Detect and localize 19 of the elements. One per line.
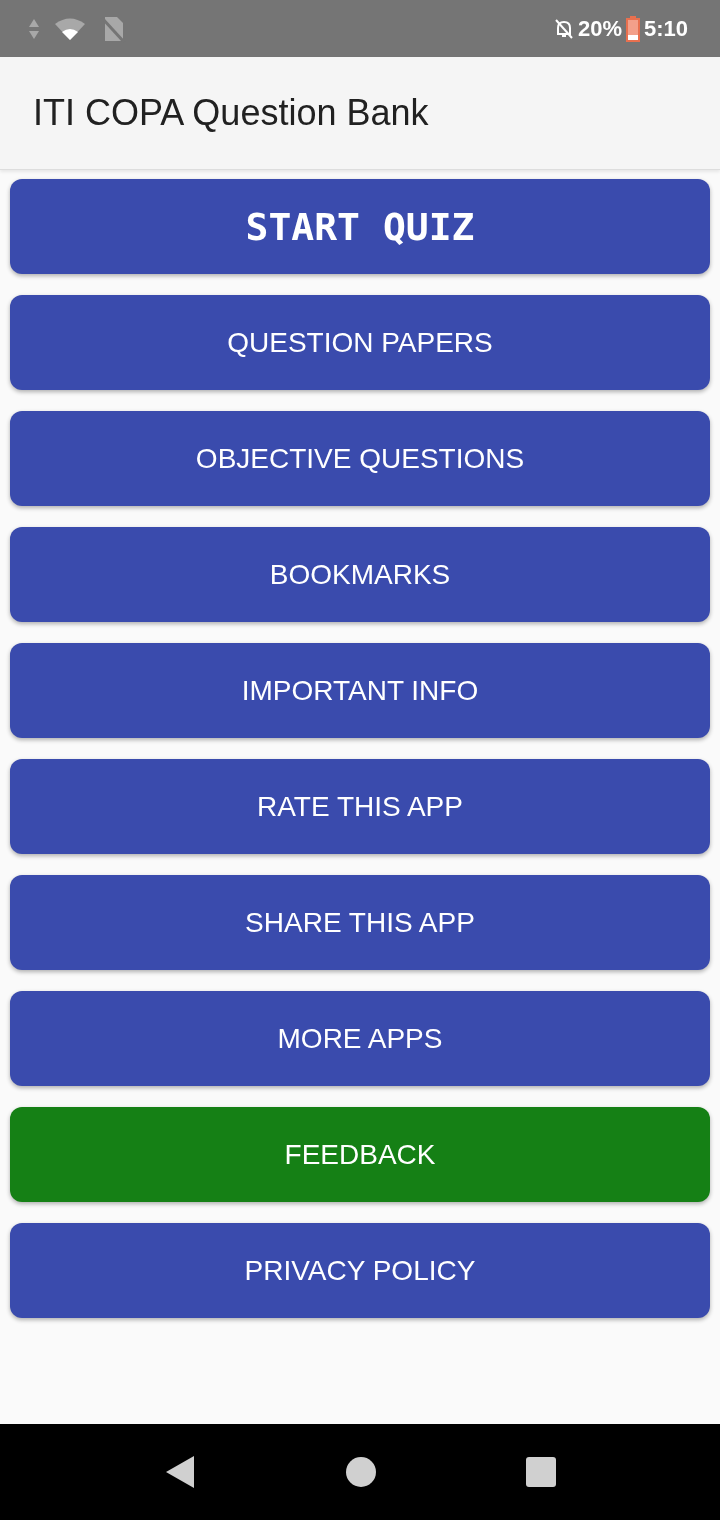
home-icon[interactable] [346, 1457, 376, 1487]
menu-button[interactable]: START QUIZ [10, 179, 710, 274]
menu-button[interactable]: BOOKMARKS [10, 527, 710, 622]
data-arrows-icon [28, 17, 40, 40]
menu-button[interactable]: RATE THIS APP [10, 759, 710, 854]
battery-percent: 20% [577, 15, 622, 42]
menu-button[interactable]: SHARE THIS APP [10, 875, 710, 970]
menu-button[interactable]: PRIVACY POLICY [10, 1223, 710, 1318]
menu-button[interactable]: OBJECTIVE QUESTIONS [10, 411, 710, 506]
menu-button[interactable]: IMPORTANT INFO [10, 643, 710, 738]
clock-time: 5:10 [643, 15, 688, 42]
app-title: ITI COPA Question Bank [33, 92, 429, 134]
menu-button[interactable]: MORE APPS [10, 991, 710, 1086]
muted-bell-icon [553, 17, 574, 40]
menu-button[interactable]: FEEDBACK [10, 1107, 710, 1202]
battery-icon [625, 15, 640, 42]
menu-button[interactable]: QUESTION PAPERS [10, 295, 710, 390]
back-icon[interactable] [164, 1455, 196, 1489]
wifi-icon [54, 16, 86, 41]
